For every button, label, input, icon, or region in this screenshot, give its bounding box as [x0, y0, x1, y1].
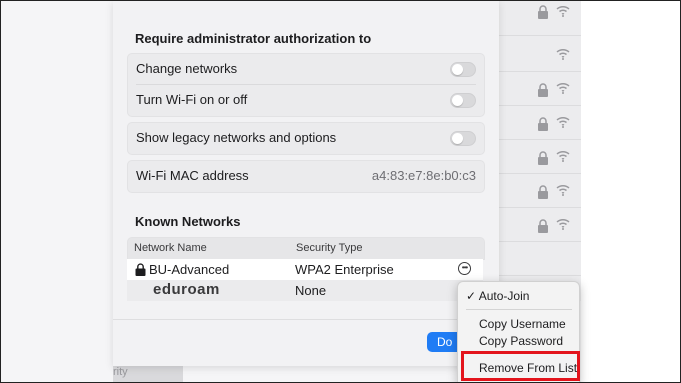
mac-address-row: Wi-Fi MAC address a4:83:e7:8e:b0:c3: [128, 161, 484, 192]
menu-item-copy-password[interactable]: Copy Password: [479, 334, 600, 348]
lock-icon: [538, 117, 548, 131]
sidebar-fragment-text: rity: [113, 366, 128, 378]
menu-item-auto-join[interactable]: ✓ Auto-Join: [466, 289, 587, 303]
bg-network-row[interactable]: [497, 37, 581, 72]
network-name: eduroam: [153, 281, 220, 298]
wifi-power-label: Turn Wi-Fi on or off: [136, 92, 248, 107]
network-name: BU-Advanced: [149, 262, 230, 277]
legacy-networks-row: Show legacy networks and options: [128, 123, 484, 154]
change-networks-toggle[interactable]: [450, 62, 476, 77]
bg-network-row[interactable]: [497, 139, 581, 174]
lock-icon: [538, 83, 548, 97]
security-section-title: Require administrator authorization to: [135, 31, 372, 46]
wifi-icon: [556, 184, 570, 196]
lock-icon: [538, 151, 548, 165]
wifi-icon: [556, 116, 570, 128]
wifi-icon: [556, 218, 570, 230]
legacy-networks-label: Show legacy networks and options: [136, 130, 337, 145]
change-networks-label: Change networks: [136, 61, 238, 76]
legacy-group: Show legacy networks and options: [127, 122, 485, 155]
menu-separator: [466, 309, 572, 310]
mac-address-value: a4:83:e7:8e:b0:c3: [371, 168, 476, 183]
bg-network-row[interactable]: [497, 105, 581, 140]
menu-item-copy-username[interactable]: Copy Username: [479, 317, 600, 331]
mac-address-label: Wi-Fi MAC address: [136, 168, 249, 183]
change-networks-row: Change networks: [128, 54, 484, 85]
network-security: None: [295, 283, 327, 298]
network-row-bu-advanced[interactable]: BU-Advanced WPA2 Enterprise •••: [127, 259, 483, 280]
known-networks-title: Known Networks: [135, 214, 241, 229]
admin-auth-group: Change networks Turn Wi-Fi on or off: [127, 53, 485, 117]
bg-network-row[interactable]: [497, 173, 581, 208]
toggle-knob: [452, 64, 463, 75]
bg-network-row[interactable]: [497, 207, 581, 242]
wifi-icon: [556, 82, 570, 94]
wifi-icon: [556, 150, 570, 162]
lock-icon: [538, 185, 548, 199]
background-network-list: [497, 1, 581, 301]
wifi-power-toggle[interactable]: [450, 93, 476, 108]
network-row-eduroam[interactable]: eduroam None: [127, 280, 483, 301]
network-security: WPA2 Enterprise: [295, 262, 394, 277]
wifi-icon: [556, 5, 570, 17]
column-header-security[interactable]: Security Type: [296, 242, 362, 254]
mac-address-group: Wi-Fi MAC address a4:83:e7:8e:b0:c3: [127, 160, 485, 193]
annotation-highlight-box: [461, 351, 580, 381]
wifi-power-row: Turn Wi-Fi on or off: [128, 85, 484, 116]
legacy-networks-toggle[interactable]: [450, 131, 476, 146]
screenshot-frame: rity Require administrator authorization…: [0, 0, 681, 383]
lock-icon: [135, 263, 146, 276]
wifi-icon: [556, 48, 570, 60]
lock-icon: [538, 219, 548, 233]
column-header-name[interactable]: Network Name: [134, 242, 207, 254]
known-networks-header: Network Name Security Type: [127, 237, 485, 260]
done-button[interactable]: Do: [427, 332, 461, 352]
footer-divider: [113, 319, 499, 320]
toggle-knob: [452, 133, 463, 144]
toggle-knob: [452, 95, 463, 106]
bg-network-row[interactable]: [497, 241, 581, 276]
lock-icon: [538, 5, 548, 19]
more-options-icon[interactable]: •••: [458, 262, 471, 275]
bg-network-row[interactable]: [497, 1, 581, 36]
bg-network-row[interactable]: [497, 71, 581, 106]
wifi-advanced-sheet: Require administrator authorization to C…: [113, 1, 499, 366]
